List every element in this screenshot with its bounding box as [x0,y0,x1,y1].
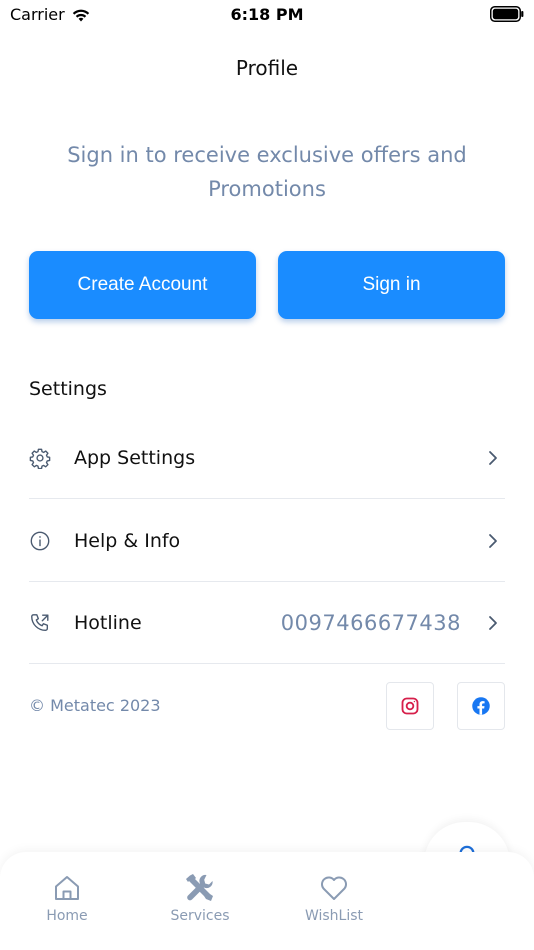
app-settings-row[interactable]: App Settings [29,417,505,499]
hotline-row[interactable]: Hotline 0097466677438 [29,582,505,664]
help-info-label: Help & Info [74,529,181,552]
battery-icon [490,6,524,22]
chevron-right-icon [489,615,497,630]
instagram-button[interactable] [386,682,434,730]
nav-home-label: Home [46,908,88,924]
nav-services[interactable]: Services [145,872,255,924]
tools-icon [186,874,213,901]
instagram-icon [401,697,419,715]
nav-wishlist-label: WishList [304,908,364,924]
facebook-button[interactable] [457,682,505,730]
create-account-button[interactable]: Create Account [29,251,256,319]
help-info-row[interactable]: Help & Info [29,500,505,582]
phone-icon [29,612,51,634]
gear-icon [29,447,51,469]
home-icon [55,876,79,900]
facebook-icon [472,697,490,715]
hotline-label: Hotline [74,611,142,634]
status-time: 6:18 PM [230,5,304,24]
status-bar: Carrier 6:18 PM [0,0,534,30]
settings-heading: Settings [29,378,107,400]
app-settings-label: App Settings [74,446,196,469]
nav-home[interactable]: Home [12,872,122,924]
chevron-right-icon [489,450,497,465]
page-title: Profile [235,56,299,80]
info-icon [29,530,51,552]
nav-wishlist[interactable]: WishList [279,872,389,924]
chevron-right-icon [489,533,497,548]
copyright-text: © Metatec 2023 [29,696,161,715]
bottom-navigation: Home Services WishList [0,852,534,950]
sign-in-button[interactable]: Sign in [278,251,505,319]
hotline-number: 0097466677438 [280,610,461,635]
nav-services-label: Services [170,908,230,924]
heart-icon [321,876,347,900]
promo-text: Sign in to receive exclusive offers and … [67,143,467,201]
